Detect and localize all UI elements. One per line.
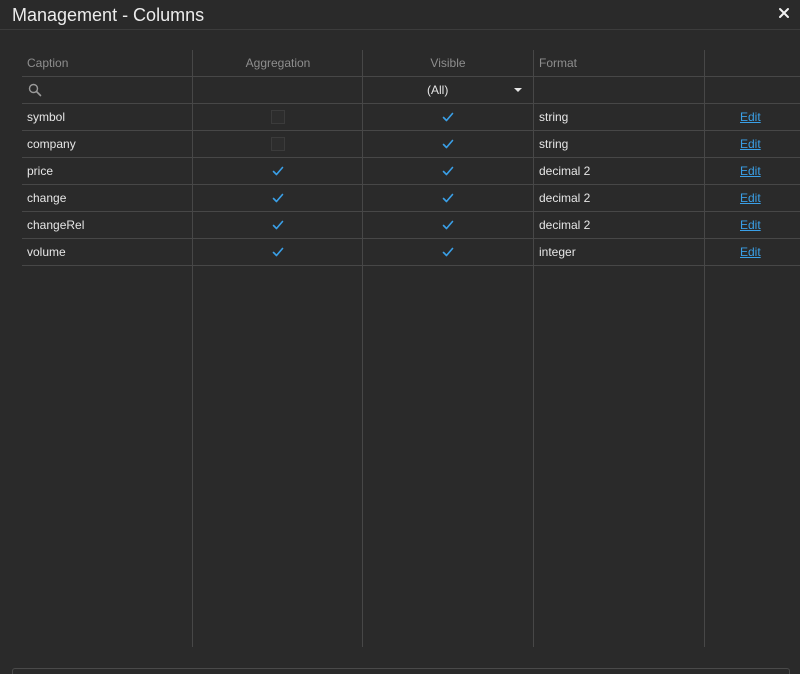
- edit-link[interactable]: Edit: [740, 185, 761, 212]
- visible-checkbox[interactable]: [441, 218, 455, 232]
- visible-filter-value: (All): [427, 83, 449, 97]
- edit-link[interactable]: Edit: [740, 239, 761, 266]
- footer-panel: [12, 668, 790, 674]
- aggregation-checkbox[interactable]: [271, 137, 285, 151]
- caption-cell: volume: [27, 245, 66, 259]
- dialog-title: Management - Columns: [12, 5, 205, 25]
- close-icon: [779, 8, 789, 18]
- checkmark-icon: [442, 247, 454, 257]
- visible-checkbox[interactable]: [441, 164, 455, 178]
- caret-down-icon: [514, 88, 522, 92]
- aggregation-checkbox[interactable]: [271, 245, 285, 259]
- format-cell: decimal 2: [539, 218, 591, 232]
- format-cell: string: [539, 110, 569, 124]
- aggregation-checkbox[interactable]: [271, 191, 285, 205]
- table-row[interactable]: changeRel decimal 2 Edit: [22, 212, 800, 239]
- visible-checkbox[interactable]: [441, 245, 455, 259]
- close-button[interactable]: [776, 5, 792, 21]
- checkmark-icon: [442, 220, 454, 230]
- table-row[interactable]: volume integer Edit: [22, 239, 800, 266]
- checkmark-icon: [272, 220, 284, 230]
- caption-filter-input[interactable]: [22, 77, 192, 103]
- table-row[interactable]: symbol string Edit: [22, 104, 800, 131]
- checkmark-icon: [272, 193, 284, 203]
- format-cell: integer: [539, 245, 576, 259]
- checkmark-icon: [442, 112, 454, 122]
- header-format[interactable]: Format: [539, 50, 577, 77]
- header-aggregation[interactable]: Aggregation: [193, 50, 363, 77]
- edit-link[interactable]: Edit: [740, 131, 761, 158]
- header-caption[interactable]: Caption: [27, 50, 68, 77]
- checkmark-icon: [442, 166, 454, 176]
- format-cell: string: [539, 137, 569, 151]
- aggregation-checkbox[interactable]: [271, 110, 285, 124]
- title-bar: Management - Columns: [0, 0, 800, 30]
- columns-grid: Caption Aggregation Visible Format (All)…: [22, 50, 800, 647]
- caption-cell: price: [27, 164, 54, 178]
- format-cell: decimal 2: [539, 164, 591, 178]
- table-row[interactable]: company string Edit: [22, 131, 800, 158]
- caption-cell: change: [27, 191, 67, 205]
- caption-cell: symbol: [27, 110, 66, 124]
- row-divider: [22, 265, 800, 266]
- header-visible[interactable]: Visible: [363, 50, 533, 77]
- aggregation-checkbox[interactable]: [271, 218, 285, 232]
- caption-cell: changeRel: [27, 218, 85, 232]
- visible-checkbox[interactable]: [441, 191, 455, 205]
- visible-filter-dropdown[interactable]: (All): [363, 77, 532, 103]
- checkmark-icon: [272, 247, 284, 257]
- table-row[interactable]: change decimal 2 Edit: [22, 185, 800, 212]
- checkmark-icon: [272, 166, 284, 176]
- table-row[interactable]: price decimal 2 Edit: [22, 158, 800, 185]
- columns-dialog: Management - Columns Caption Aggregation…: [0, 0, 800, 674]
- edit-link[interactable]: Edit: [740, 104, 761, 131]
- caption-cell: company: [27, 137, 76, 151]
- checkmark-icon: [442, 193, 454, 203]
- checkmark-icon: [442, 139, 454, 149]
- aggregation-checkbox[interactable]: [271, 164, 285, 178]
- search-icon: [28, 83, 42, 97]
- edit-link[interactable]: Edit: [740, 158, 761, 185]
- format-cell: decimal 2: [539, 191, 591, 205]
- visible-checkbox[interactable]: [441, 110, 455, 124]
- visible-checkbox[interactable]: [441, 137, 455, 151]
- edit-link[interactable]: Edit: [740, 212, 761, 239]
